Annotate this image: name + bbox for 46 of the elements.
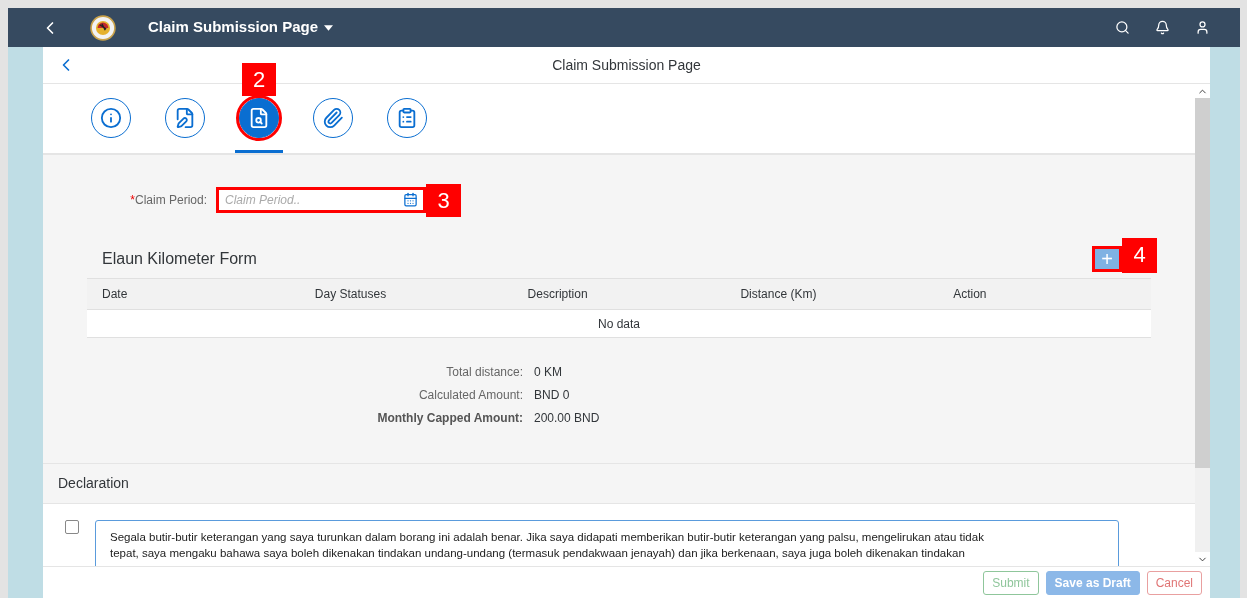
column-header: Action xyxy=(952,286,988,303)
column-header: Description xyxy=(526,286,589,303)
user-icon[interactable] xyxy=(1195,20,1210,35)
attachment-icon xyxy=(322,107,344,129)
info-icon xyxy=(100,107,122,129)
clipboard-icon xyxy=(396,107,418,129)
scrollbar[interactable] xyxy=(1195,84,1210,566)
logo-icon xyxy=(90,14,116,41)
dropdown-caret-icon[interactable] xyxy=(324,24,334,31)
summary-label: Calculated Amount: xyxy=(417,387,523,404)
declaration-text: tepat, saya mengaku bahawa saya boleh dikenakan tindakan undang-undang (termasuk pendakwaan jenayah) dan jika berkenaan, saya juga boleh dikenakan tindakan xyxy=(110,546,966,561)
section-title: Elaun Kilometer Form xyxy=(102,249,257,269)
search-icon[interactable] xyxy=(1115,20,1130,35)
summary-label: Monthly Capped Amount: xyxy=(376,410,523,427)
summary-value: BND 0 xyxy=(534,387,570,404)
section-title: Declaration xyxy=(58,474,129,493)
callout-number: 4 xyxy=(1122,237,1157,273)
calendar-icon[interactable] xyxy=(403,192,418,207)
page-title: Claim Submission Page xyxy=(552,55,701,75)
bell-icon[interactable] xyxy=(1155,20,1170,35)
column-header: Distance (Km) xyxy=(739,286,818,303)
footer-button[interactable]: Cancel xyxy=(1146,570,1202,595)
summary-value: 200.00 BND xyxy=(534,410,600,427)
summary-label: Total distance: xyxy=(445,364,523,381)
declaration-text: Segala butir-butir keterangan yang saya turunkan dalam borang ini adalah benar. Jika saya didapati memberikan butir-butir keterangan yang palsu, mengelirukan atau tidak xyxy=(110,530,985,545)
footer-button[interactable]: Submit xyxy=(983,570,1039,595)
tab[interactable] xyxy=(239,98,279,138)
callout-number: 3 xyxy=(426,184,461,217)
add-button[interactable]: + xyxy=(1092,245,1122,272)
scrollbar-thumb[interactable] xyxy=(1195,98,1210,468)
column-header: Day Statuses xyxy=(313,286,388,303)
footer-button[interactable]: Save as Draft xyxy=(1045,570,1140,595)
tab[interactable] xyxy=(165,98,205,138)
column-header: Date xyxy=(101,286,129,303)
review-icon xyxy=(248,107,270,129)
checkbox[interactable] xyxy=(65,520,79,534)
empty-table-text: No data xyxy=(598,315,640,333)
summary-value: 0 KM xyxy=(534,364,562,381)
tab[interactable] xyxy=(313,98,353,138)
callout-number: 2 xyxy=(242,63,276,96)
app-title[interactable]: Claim Submission Page xyxy=(148,16,319,39)
edit-icon xyxy=(174,107,196,129)
tab[interactable] xyxy=(91,98,131,138)
date-field[interactable]: Claim Period.. xyxy=(216,187,426,213)
field-label: *Claim Period: xyxy=(129,192,207,209)
tab[interactable] xyxy=(387,98,427,138)
